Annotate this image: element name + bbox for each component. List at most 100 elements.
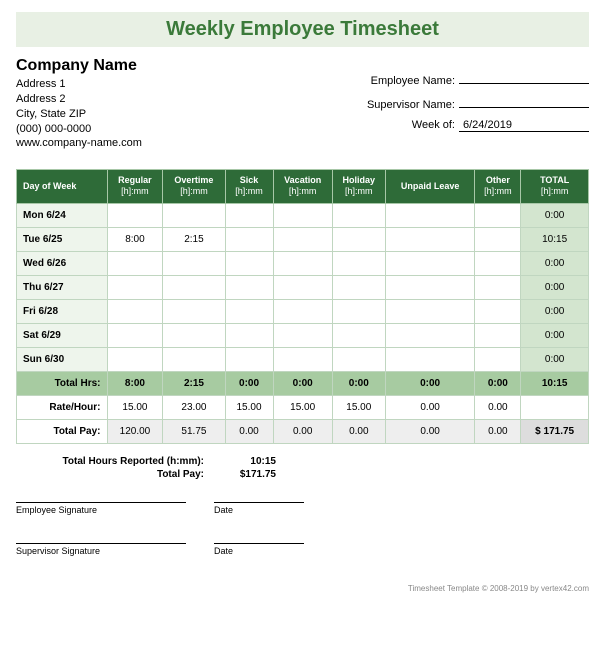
table-row: Mon 6/24 0:00 [17,203,589,227]
hours-cell[interactable] [332,347,385,371]
day-cell: Tue 6/25 [17,227,108,251]
hours-cell[interactable] [163,323,225,347]
weekof-field[interactable]: 6/24/2019 [459,119,589,132]
day-cell: Sat 6/29 [17,323,108,347]
hours-cell[interactable] [107,323,163,347]
hours-cell[interactable] [385,323,475,347]
hours-cell[interactable]: 2:15 [163,227,225,251]
hours-cell[interactable] [475,227,521,251]
company-website: www.company-name.com [16,136,142,151]
supervisor-name-label: Supervisor Name: [367,99,459,111]
rate-row: Rate/Hour: 15.0023.0015.00 15.0015.000.0… [17,395,589,419]
col-total: TOTAL[h]:mm [521,170,589,204]
company-block: Company Name Address 1 Address 2 City, S… [16,57,142,151]
hours-cell[interactable] [475,323,521,347]
company-citystatezip: City, State ZIP [16,107,142,122]
hours-cell: 10:15 [521,227,589,251]
hours-cell[interactable] [163,251,225,275]
hours-cell[interactable] [475,251,521,275]
table-row: Wed 6/260:00 [17,251,589,275]
hours-cell[interactable] [475,203,521,227]
table-row: Fri 6/28 0:00 [17,299,589,323]
table-row: Tue 6/258:002:15 10:15 [17,227,589,251]
col-holiday: Holiday[h]:mm [332,170,385,204]
hours-cell: 0:00 [521,299,589,323]
hours-cell: 0:00 [521,275,589,299]
hours-cell[interactable] [163,203,225,227]
hours-cell[interactable] [475,347,521,371]
hours-cell[interactable] [332,323,385,347]
hours-cell[interactable] [332,299,385,323]
day-cell: Thu 6/27 [17,275,108,299]
col-regular: Regular[h]:mm [107,170,163,204]
timesheet-table: Day of Week Regular[h]:mm Overtime[h]:mm… [16,169,589,444]
summary-hours-label: Total Hours Reported (h:mm): [56,456,216,467]
hours-cell[interactable] [475,299,521,323]
hours-cell[interactable] [225,347,273,371]
hours-cell[interactable] [225,227,273,251]
col-sick: Sick[h]:mm [225,170,273,204]
hours-cell[interactable] [273,275,332,299]
hours-cell[interactable] [273,323,332,347]
employee-signature-date[interactable]: Date [214,502,304,515]
table-row: Sat 6/29 0:00 [17,323,589,347]
hours-cell[interactable]: 8:00 [107,227,163,251]
supervisor-signature-date[interactable]: Date [214,543,304,556]
col-unpaid: Unpaid Leave [385,170,475,204]
hours-cell: 0:00 [521,347,589,371]
summary-block: Total Hours Reported (h:mm): 10:15 Total… [56,456,589,480]
hours-cell[interactable] [385,251,475,275]
hours-cell: 0:00 [521,323,589,347]
hours-cell[interactable] [163,347,225,371]
supervisor-signature-line[interactable]: Supervisor Signature [16,543,186,556]
hours-cell[interactable] [273,251,332,275]
hours-cell[interactable] [332,275,385,299]
hours-cell[interactable] [332,251,385,275]
table-row: Sun 6/300:00 [17,347,589,371]
page-title: Weekly Employee Timesheet [16,18,589,41]
hours-cell[interactable] [332,203,385,227]
col-vacation: Vacation[h]:mm [273,170,332,204]
day-cell: Mon 6/24 [17,203,108,227]
company-name: Company Name [16,57,142,75]
hours-cell[interactable] [225,323,273,347]
total-hrs-row: Total Hrs: 8:002:150:00 0:000:000:00 0:0… [17,371,589,395]
hours-cell[interactable] [225,251,273,275]
hours-cell[interactable] [273,203,332,227]
col-day: Day of Week [17,170,108,204]
hours-cell[interactable] [225,275,273,299]
company-address1: Address 1 [16,77,142,92]
hours-cell[interactable] [163,299,225,323]
hours-cell[interactable] [107,203,163,227]
hours-cell[interactable] [107,275,163,299]
hours-cell[interactable] [273,347,332,371]
hours-cell[interactable] [332,227,385,251]
hours-cell[interactable] [475,275,521,299]
hours-cell[interactable] [107,347,163,371]
hours-cell[interactable] [107,251,163,275]
employee-signature-line[interactable]: Employee Signature [16,502,186,515]
weekof-label: Week of: [412,119,459,131]
day-cell: Wed 6/26 [17,251,108,275]
employee-name-field[interactable] [459,71,589,84]
pay-row: Total Pay: 120.0051.750.00 0.000.000.00 … [17,419,589,443]
hours-cell: 0:00 [521,203,589,227]
hours-cell[interactable] [225,203,273,227]
supervisor-name-field[interactable] [459,95,589,108]
hours-cell[interactable] [385,227,475,251]
hours-cell[interactable] [385,275,475,299]
hours-cell[interactable] [385,203,475,227]
company-address2: Address 2 [16,92,142,107]
hours-cell[interactable] [225,299,273,323]
hours-cell[interactable] [273,227,332,251]
hours-cell[interactable] [385,347,475,371]
day-cell: Fri 6/28 [17,299,108,323]
hours-cell[interactable] [273,299,332,323]
summary-hours-value: 10:15 [216,456,276,467]
summary-pay-label: Total Pay: [56,469,216,480]
hours-cell[interactable] [107,299,163,323]
hours-cell[interactable] [385,299,475,323]
employee-name-label: Employee Name: [371,75,459,87]
company-phone: (000) 000-0000 [16,122,142,137]
hours-cell[interactable] [163,275,225,299]
